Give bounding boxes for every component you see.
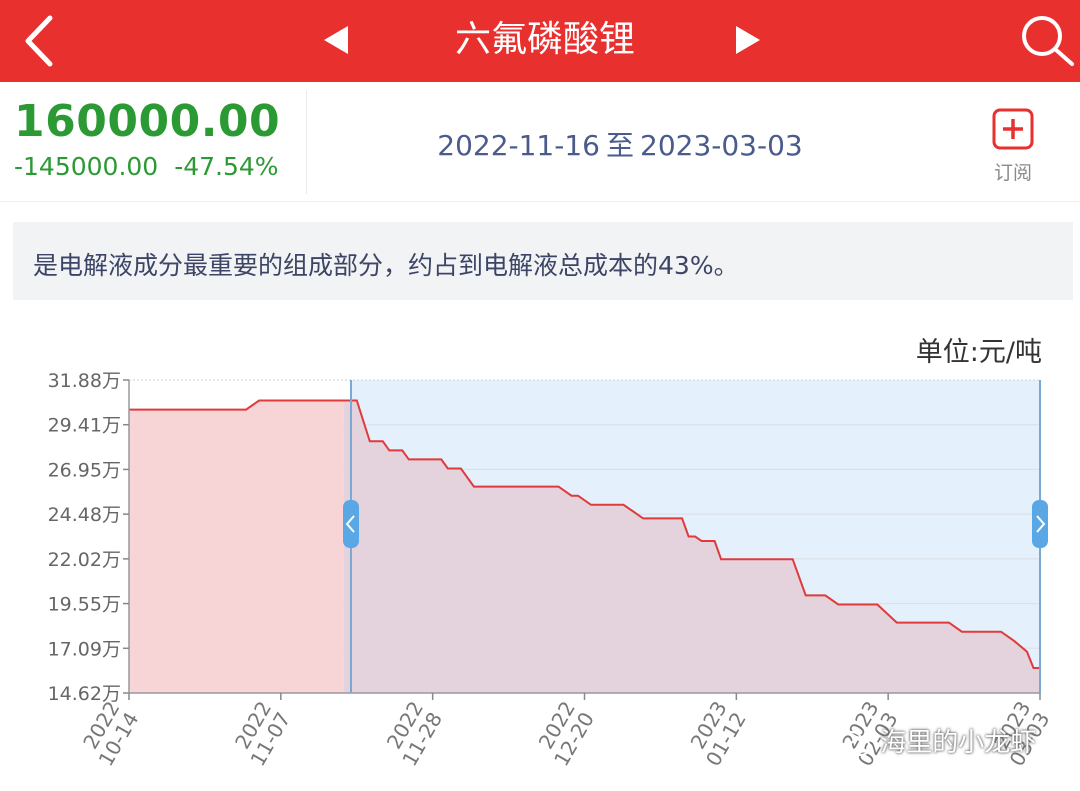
y-tick-label: 19.55万 (48, 594, 121, 616)
y-tick-label: 29.41万 (48, 415, 121, 437)
wechat-icon (839, 730, 871, 756)
x-tick-label: 202211-28 (382, 697, 447, 770)
page-title: 六氟磷酸锂 (454, 19, 635, 60)
date-separator: 至 (605, 129, 634, 162)
y-tick-label: 22.02万 (48, 549, 121, 571)
x-tick-label: 202301-12 (685, 697, 750, 770)
chevron-left-icon[interactable] (18, 12, 62, 70)
date-range: 2022-11-16 至 2023-03-03 (420, 124, 820, 164)
description-box: 是电解液成分最重要的组成部分，约占到电解液总成本的43%。 (13, 222, 1073, 300)
watermark-text: 海里的小龙虾 (880, 728, 1037, 758)
description-text: 是电解液成分最重要的组成部分，约占到电解液总成本的43%。 (33, 251, 739, 280)
range-end-handle[interactable] (1032, 500, 1048, 548)
change-percent: -47.54% (174, 152, 279, 181)
price-change: -145000.00 -47.54% (14, 152, 279, 181)
top-nav-bar: 六氟磷酸锂 (0, 0, 1080, 82)
y-tick-label: 26.95万 (48, 459, 121, 481)
date-start: 2022-11-16 (437, 129, 600, 162)
x-tick-label: 202211-07 (230, 697, 295, 770)
subscribe-button-label[interactable]: 订阅 (980, 158, 1046, 185)
price-summary: 160000.00 -145000.00 -47.54% 2022-11-16 至 2… (0, 82, 1080, 202)
search-icon[interactable] (1018, 12, 1076, 70)
range-start-handle[interactable] (343, 500, 359, 548)
divider (306, 90, 307, 194)
y-tick-label: 24.48万 (48, 504, 121, 526)
current-price: 160000.00 (14, 96, 281, 147)
triangle-left-icon[interactable] (322, 24, 352, 56)
x-tick-label: 202210-14 (78, 697, 143, 770)
date-end: 2023-03-03 (640, 129, 803, 162)
change-amount: -145000.00 (14, 152, 159, 181)
y-tick-label: 31.88万 (48, 370, 121, 392)
watermark: 海里的小龙虾 (838, 722, 1036, 759)
y-tick-label: 17.09万 (48, 638, 121, 660)
x-tick-label: 202212-20 (534, 697, 599, 770)
triangle-right-icon[interactable] (732, 24, 762, 56)
subscribe-plus-icon[interactable] (992, 108, 1034, 150)
